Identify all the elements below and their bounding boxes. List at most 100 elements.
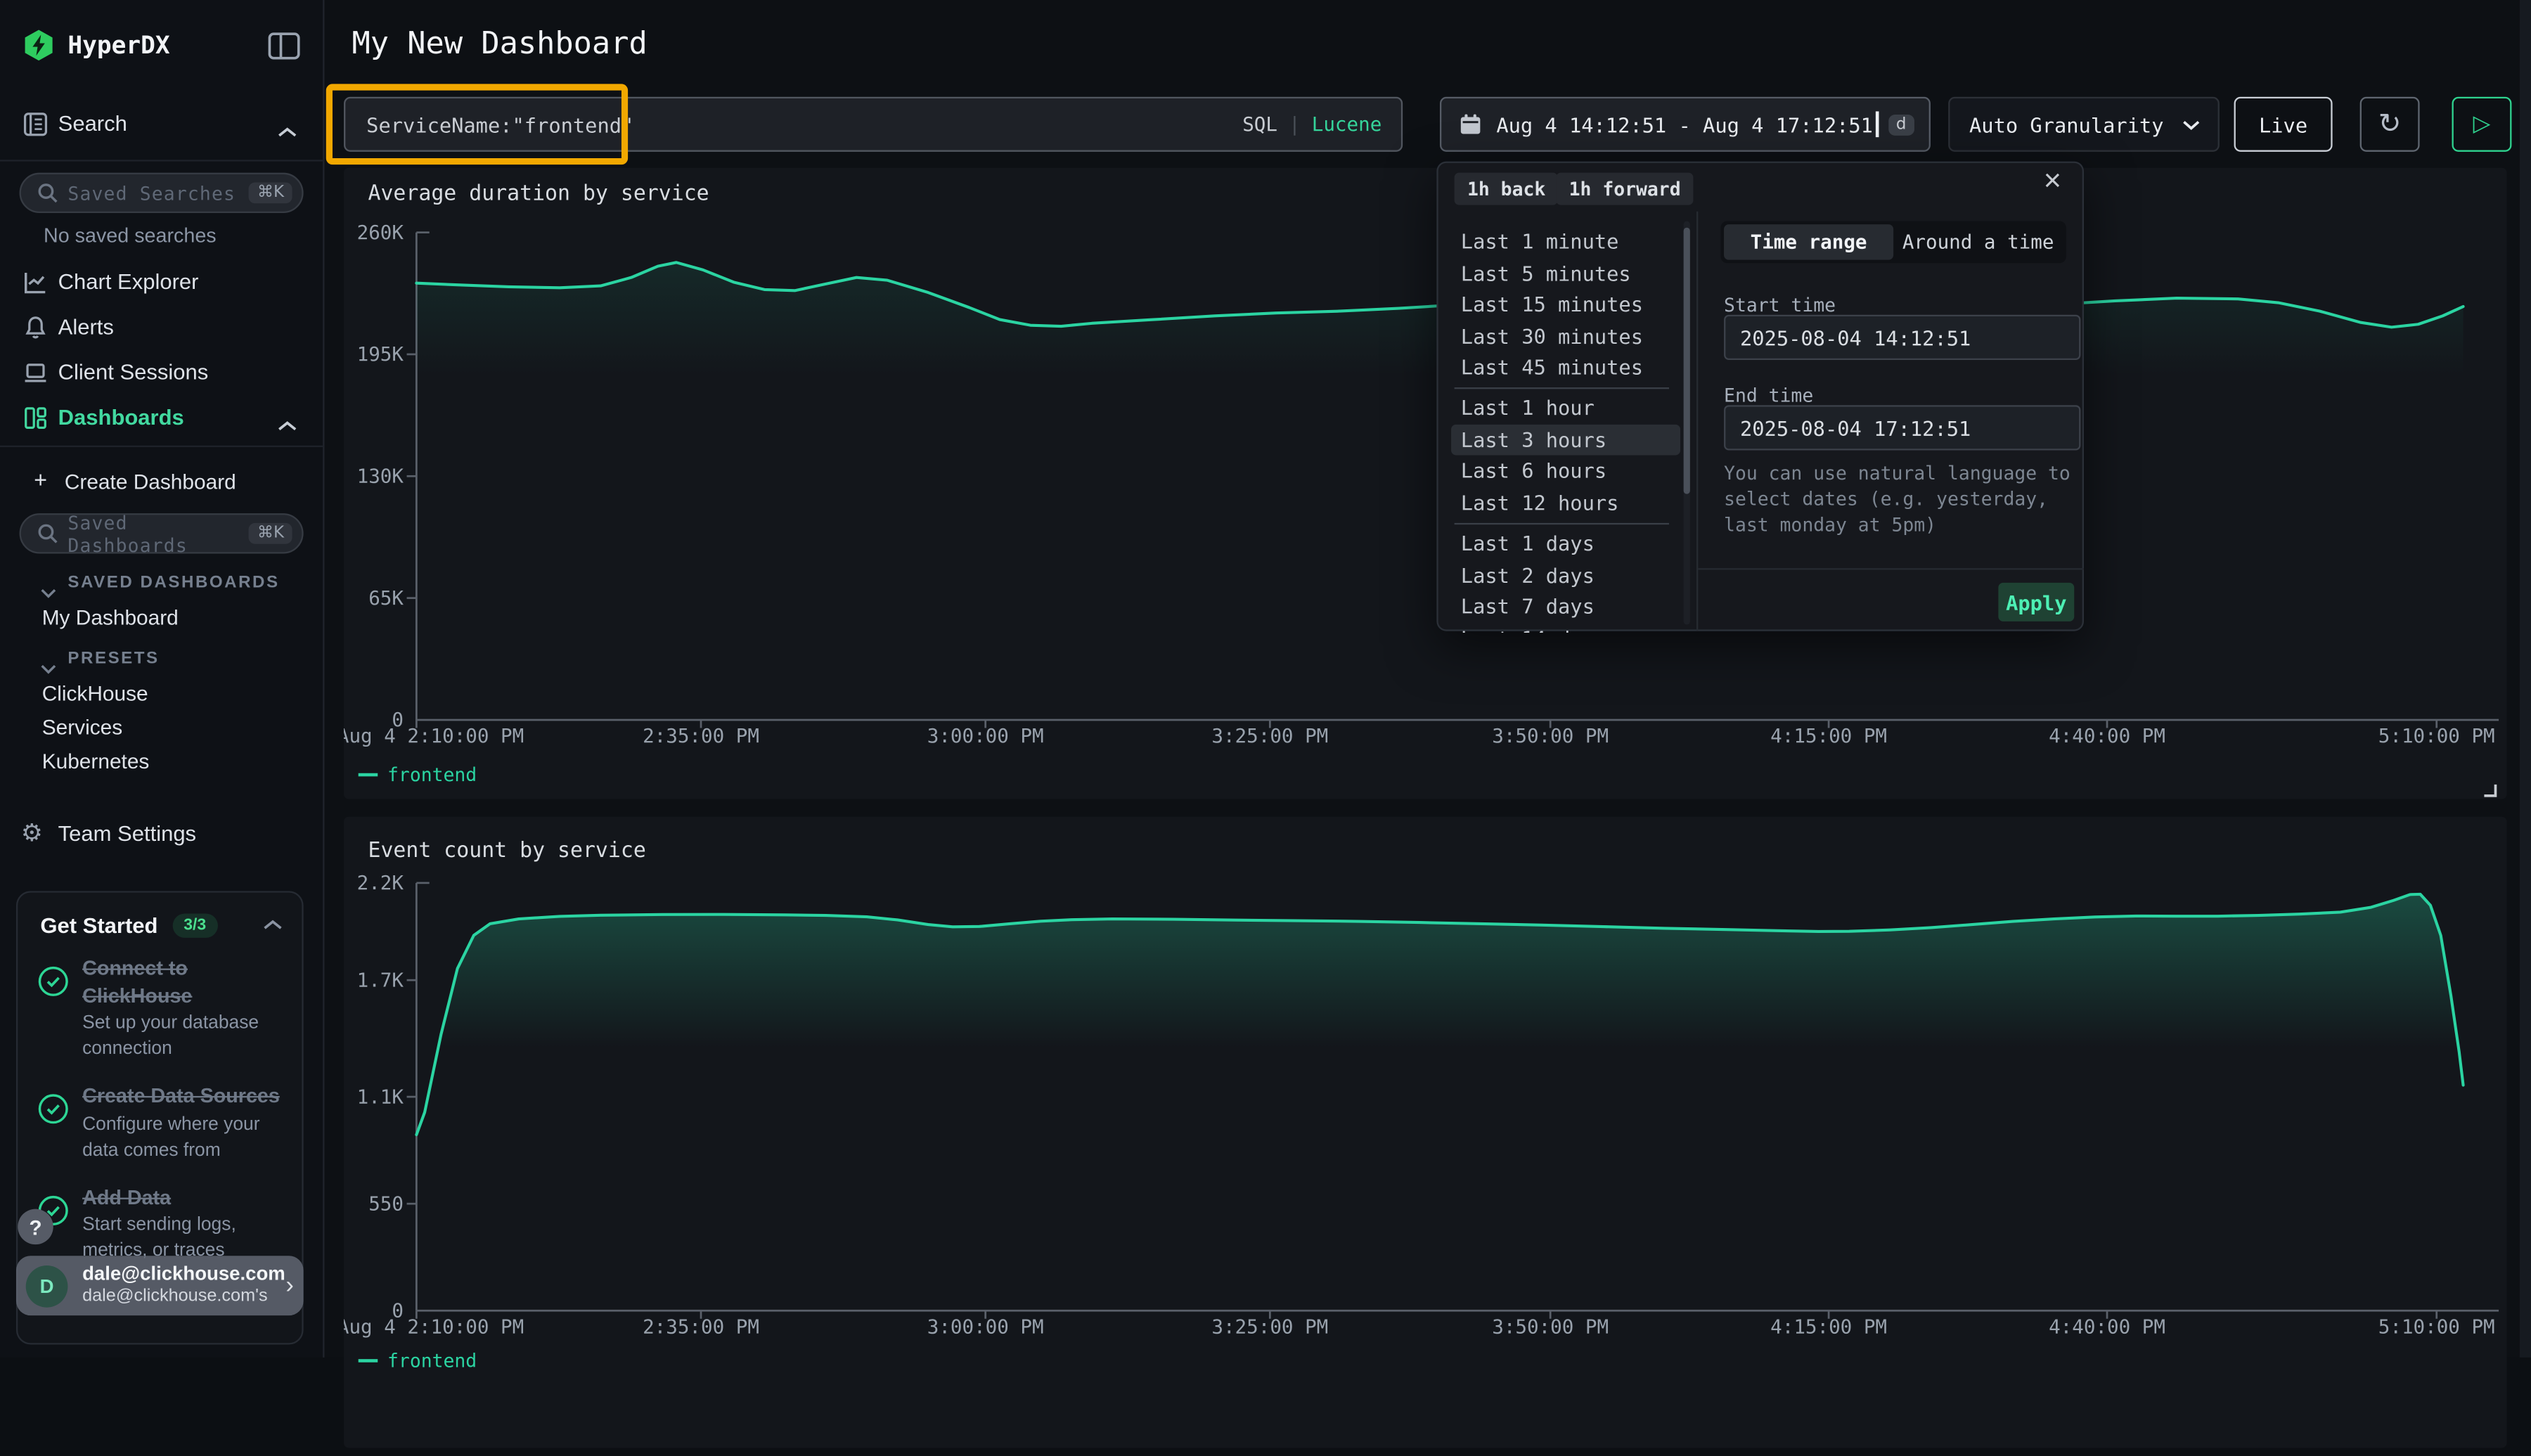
avg-duration-chart[interactable]: 065K130K195K260KAug 4 2:10:00 PM2:35:00 … <box>344 168 2507 799</box>
help-button[interactable]: ? <box>18 1209 53 1245</box>
svg-text:1.7K: 1.7K <box>357 969 404 991</box>
chart-legend[interactable]: frontend <box>359 764 477 786</box>
chevron-down-icon <box>2182 119 2200 130</box>
create-dashboard-button[interactable]: + Create Dashboard <box>0 462 323 501</box>
svg-text:550: 550 <box>368 1192 404 1215</box>
refresh-button[interactable]: ↻ <box>2360 97 2420 152</box>
sidebar: HyperDX Search Saved Searches ⌘K No save… <box>0 0 324 1358</box>
calendar-icon <box>1460 113 1482 136</box>
legend-label: frontend <box>387 764 477 786</box>
chevron-up-icon[interactable] <box>263 910 283 939</box>
quick-range-option[interactable]: Last 12 hours <box>1438 487 1685 519</box>
chevron-right-icon: › <box>285 1272 293 1299</box>
time-range-input[interactable]: Aug 4 14:12:51 - Aug 4 17:12:51 d <box>1440 97 1931 152</box>
sidebar-item-label: Search <box>58 111 127 135</box>
sql-toggle[interactable]: SQL <box>1242 113 1277 136</box>
svg-text:130K: 130K <box>357 465 404 487</box>
saved-dashboard-link[interactable]: My Dashboard <box>42 600 316 634</box>
kbd-shortcut: ⌘K <box>250 182 292 203</box>
quick-range-option[interactable]: Last 3 hours <box>1451 425 1680 456</box>
quick-range-option[interactable]: Last 1 hour <box>1438 393 1685 425</box>
preset-dashboard-link[interactable]: ClickHouse <box>42 676 316 710</box>
lucene-toggle[interactable]: Lucene <box>1312 113 1382 136</box>
get-started-item[interactable]: Create Data Sources Configure where your… <box>37 1083 302 1164</box>
close-button[interactable]: × <box>2044 166 2062 197</box>
run-query-button[interactable]: ▷ <box>2452 97 2512 152</box>
sidebar-collapse-icon[interactable] <box>268 32 300 68</box>
chart-title: Event count by service <box>368 839 645 863</box>
text-cursor <box>1876 111 1879 137</box>
dashboard-grid-icon <box>22 405 49 439</box>
svg-text:3:50:00 PM: 3:50:00 PM <box>1492 1315 1609 1338</box>
svg-text:3:50:00 PM: 3:50:00 PM <box>1492 725 1609 747</box>
granularity-select[interactable]: Auto Granularity <box>1948 97 2220 152</box>
forward-1h-button[interactable]: 1h forward <box>1556 173 1694 205</box>
time-picker-popover: 1h back 1h forward × Last 1 minuteLast 5… <box>1436 162 2084 631</box>
end-time-input[interactable]: 2025-08-04 17:12:51 <box>1724 405 2080 450</box>
svg-text:3:25:00 PM: 3:25:00 PM <box>1211 1315 1328 1338</box>
check-circle-icon <box>37 965 70 998</box>
svg-text:3:25:00 PM: 3:25:00 PM <box>1211 725 1328 747</box>
chart-legend[interactable]: frontend <box>359 1349 477 1372</box>
saved-dashboards-list: My Dashboard <box>42 600 316 634</box>
sidebar-item-dashboards[interactable]: Dashboards <box>0 397 323 439</box>
chevron-up-icon <box>278 411 297 440</box>
start-time-input[interactable]: 2025-08-04 14:12:51 <box>1724 315 2080 360</box>
quick-range-option[interactable]: Last 1 minute <box>1438 226 1685 257</box>
apply-button[interactable]: Apply <box>1998 583 2074 621</box>
help-icon: ? <box>29 1215 41 1239</box>
quick-range-option[interactable]: Last 6 hours <box>1438 456 1685 487</box>
natural-language-hint: You can use natural language to select d… <box>1724 462 2082 539</box>
sidebar-item-chart-explorer[interactable]: Chart Explorer <box>0 262 323 304</box>
sidebar-item-team-settings[interactable]: ⚙ Team Settings <box>0 813 323 856</box>
section-saved-dashboards[interactable]: SAVED DASHBOARDS <box>0 568 323 597</box>
saved-searches-input[interactable]: Saved Searches ⌘K <box>20 173 304 213</box>
tab-time-range[interactable]: Time range <box>1724 224 1893 260</box>
get-started-item-title: Add Data <box>82 1185 285 1211</box>
quick-range-option[interactable]: Last 14 days <box>1438 623 1685 633</box>
back-1h-button[interactable]: 1h back <box>1455 173 1559 205</box>
page-title: My New Dashboard <box>352 26 648 62</box>
resize-handle-icon[interactable] <box>2482 776 2497 791</box>
quick-range-option[interactable]: Last 5 minutes <box>1438 257 1685 289</box>
user-menu[interactable]: D dale@clickhouse.com dale@clickhouse.co… <box>16 1256 304 1315</box>
preset-dashboard-link[interactable]: Services <box>42 710 316 744</box>
apply-label: Apply <box>2006 590 2066 614</box>
sidebar-item-label: Dashboards <box>58 405 184 429</box>
get-started-item-title: Connect to ClickHouse <box>82 955 285 1009</box>
sidebar-item-search[interactable]: Search <box>0 103 323 146</box>
tab-around-a-time[interactable]: Around a time <box>1893 224 2063 260</box>
quick-range-option[interactable]: Last 2 days <box>1438 560 1685 591</box>
play-icon: ▷ <box>2473 111 2491 137</box>
get-started-item[interactable]: Connect to ClickHouse Set up your databa… <box>37 955 302 1062</box>
sidebar-item-alerts[interactable]: Alerts <box>0 307 323 349</box>
lang-divider: | <box>1289 113 1301 136</box>
quick-range-option[interactable]: Last 30 minutes <box>1438 321 1685 352</box>
legend-swatch <box>359 773 378 777</box>
live-button[interactable]: Live <box>2234 97 2333 152</box>
saved-searches-placeholder: Saved Searches <box>67 181 249 204</box>
svg-text:2:35:00 PM: 2:35:00 PM <box>643 725 759 747</box>
sidebar-item-client-sessions[interactable]: Client Sessions <box>0 352 323 394</box>
quick-range-option[interactable]: Last 7 days <box>1438 591 1685 623</box>
search-query-input[interactable]: ServiceName:"frontend" SQL | Lucene <box>344 97 1403 152</box>
query-text: ServiceName:"frontend" <box>345 112 1242 136</box>
quick-range-option[interactable]: Last 1 days <box>1438 528 1685 560</box>
section-presets[interactable]: PRESETS <box>0 644 323 673</box>
preset-dashboard-link[interactable]: Kubernetes <box>42 744 316 778</box>
divider <box>0 160 323 161</box>
quick-range-option[interactable]: Last 45 minutes <box>1438 352 1685 384</box>
scrollbar-thumb[interactable] <box>1684 228 1690 494</box>
search-icon <box>37 523 58 544</box>
svg-text:4:40:00 PM: 4:40:00 PM <box>2049 1315 2165 1338</box>
user-sub: dale@clickhouse.com's <box>82 1287 285 1308</box>
saved-dashboards-input[interactable]: Saved Dashboards ⌘K <box>20 513 304 553</box>
search-journal-icon <box>22 111 49 145</box>
get-started-item[interactable]: Add Data Start sending logs, metrics, or… <box>37 1185 302 1265</box>
event-count-chart[interactable]: 05501.1K1.7K2.2KAug 4 2:10:00 PM2:35:00 … <box>344 817 2507 1448</box>
svg-text:2:35:00 PM: 2:35:00 PM <box>643 1315 759 1338</box>
end-time-label: End time <box>1724 384 1813 406</box>
scrollbar-track[interactable] <box>1684 221 1690 625</box>
tab-label: Around a time <box>1902 231 2054 253</box>
quick-range-option[interactable]: Last 15 minutes <box>1438 289 1685 321</box>
